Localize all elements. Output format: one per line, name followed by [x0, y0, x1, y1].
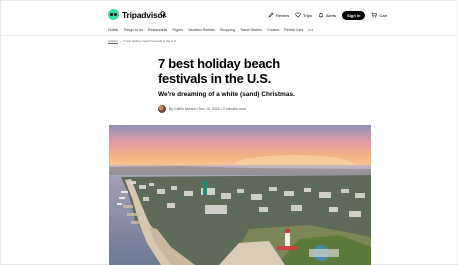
nav-item-things-to-do[interactable]: Things to do [123, 28, 143, 32]
pencil-icon [268, 12, 274, 18]
search-icon [160, 11, 167, 18]
cart-icon [371, 12, 378, 18]
trips-link[interactable]: Trips [295, 12, 312, 18]
more-menu-button[interactable]: ••• [308, 28, 313, 32]
nav-item-shopping[interactable]: Shopping [220, 28, 235, 32]
trips-label: Trips [303, 12, 312, 18]
nav-item-hotels[interactable]: Hotels [108, 28, 118, 32]
review-link[interactable]: Review [268, 12, 289, 18]
article-subtitle: We're dreaming of a white (sand) Christm… [158, 91, 295, 98]
article-byline: By Caitlin Morton • Nov 10, 2022 • 3 min… [158, 105, 246, 113]
tripadvisor-logo[interactable]: Tripadvisor [108, 9, 166, 20]
header-divider [0, 35, 458, 36]
breadcrumb: Articles › 7 best holiday beach festival… [108, 39, 177, 43]
article-title: 7 best holiday beach festivals in the U.… [158, 56, 280, 86]
beach-town-aerial-photo [109, 125, 371, 265]
author-avatar[interactable] [158, 105, 166, 113]
search-button[interactable] [160, 9, 240, 20]
byline-text: By Caitlin Morton • Nov 10, 2022 • 3 min… [169, 107, 246, 111]
hero-image [109, 125, 371, 265]
cart-label: Cart [379, 12, 388, 18]
bell-icon [318, 12, 324, 18]
review-label: Review [276, 12, 290, 18]
nav-item-flights[interactable]: Flights [172, 28, 183, 32]
sign-in-button[interactable]: Sign in [342, 10, 366, 20]
category-nav: Hotels Things to do Restaurants Flights … [108, 26, 314, 33]
heart-icon [295, 12, 301, 18]
nav-item-cruises[interactable]: Cruises [267, 28, 279, 32]
breadcrumb-articles-link[interactable]: Articles [108, 39, 118, 43]
nav-item-rental-cars[interactable]: Rental Cars [284, 28, 303, 32]
cart-link[interactable]: Cart [371, 12, 387, 18]
nav-item-vacation-rentals[interactable]: Vacation Rentals [188, 28, 215, 32]
nav-item-restaurants[interactable]: Restaurants [148, 28, 167, 32]
account-nav: Review Trips Alerts Sign in Cart [268, 10, 387, 20]
breadcrumb-current: 7 best holiday beach festivals in the U.… [122, 39, 177, 43]
alerts-link[interactable]: Alerts [318, 12, 336, 18]
alerts-label: Alerts [325, 12, 337, 18]
owl-logo-icon [108, 9, 119, 20]
top-header: Tripadvisor Review Trips Alerts Sign in … [0, 0, 458, 23]
breadcrumb-separator: › [119, 39, 121, 43]
nav-item-travel-stories[interactable]: Travel Stories [240, 28, 262, 32]
